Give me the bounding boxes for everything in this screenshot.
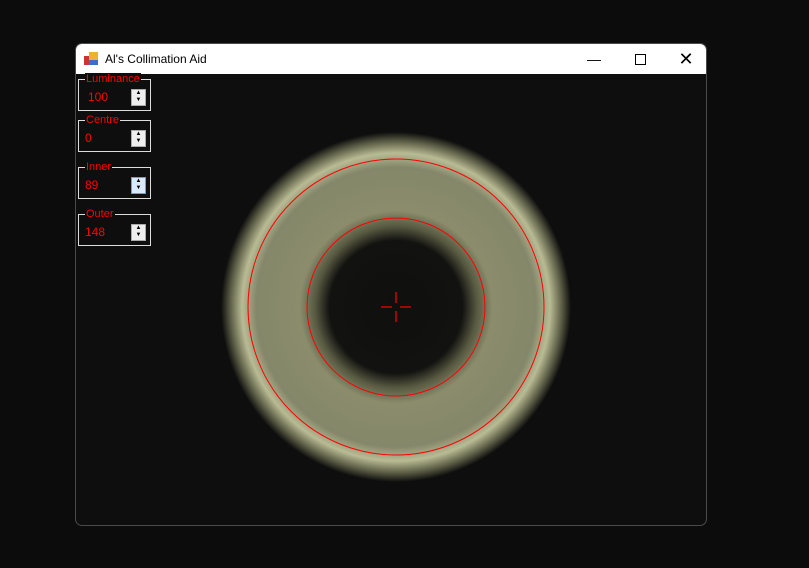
collimation-view xyxy=(221,132,571,482)
title-bar[interactable]: Al's Collimation Aid — ✕ xyxy=(76,44,706,74)
luminance-input[interactable]: 100 xyxy=(88,90,108,104)
inner-input[interactable]: 89 xyxy=(85,178,98,192)
centre-input[interactable]: 0 xyxy=(85,131,92,145)
centre-group: Centre 0 ▲ ▼ xyxy=(78,114,151,152)
app-window: Al's Collimation Aid — ✕ Luminance 100 ▲… xyxy=(75,43,707,526)
close-icon: ✕ xyxy=(678,48,694,69)
minimize-icon: — xyxy=(587,51,601,67)
outer-label: Outer xyxy=(85,208,115,220)
minimize-button[interactable]: — xyxy=(571,44,617,74)
luminance-label: Luminance xyxy=(85,73,141,85)
app-icon xyxy=(84,52,98,65)
outer-stepper[interactable]: ▲ ▼ xyxy=(131,224,146,241)
image-canvas[interactable]: Luminance 100 ▲ ▼ Centre 0 ▲ ▼ Inner 89 ▲ ▼… xyxy=(76,73,706,525)
luminance-stepper[interactable]: ▲ ▼ xyxy=(131,89,146,106)
window-title: Al's Collimation Aid xyxy=(105,52,207,66)
centre-label: Centre xyxy=(85,114,121,126)
inner-stepper[interactable]: ▲ ▼ xyxy=(131,177,146,194)
close-button[interactable]: ✕ xyxy=(663,44,706,74)
centre-stepper[interactable]: ▲ ▼ xyxy=(131,130,146,147)
inner-group: Inner 89 ▲ ▼ xyxy=(78,161,151,199)
inner-label: Inner xyxy=(85,161,113,173)
outer-group: Outer 148 ▲ ▼ xyxy=(78,208,151,246)
outer-input[interactable]: 148 xyxy=(85,225,105,239)
maximize-button[interactable] xyxy=(617,44,663,74)
maximize-icon xyxy=(634,53,646,65)
star-donut-image xyxy=(221,132,571,482)
luminance-group: Luminance 100 ▲ ▼ xyxy=(78,73,151,111)
